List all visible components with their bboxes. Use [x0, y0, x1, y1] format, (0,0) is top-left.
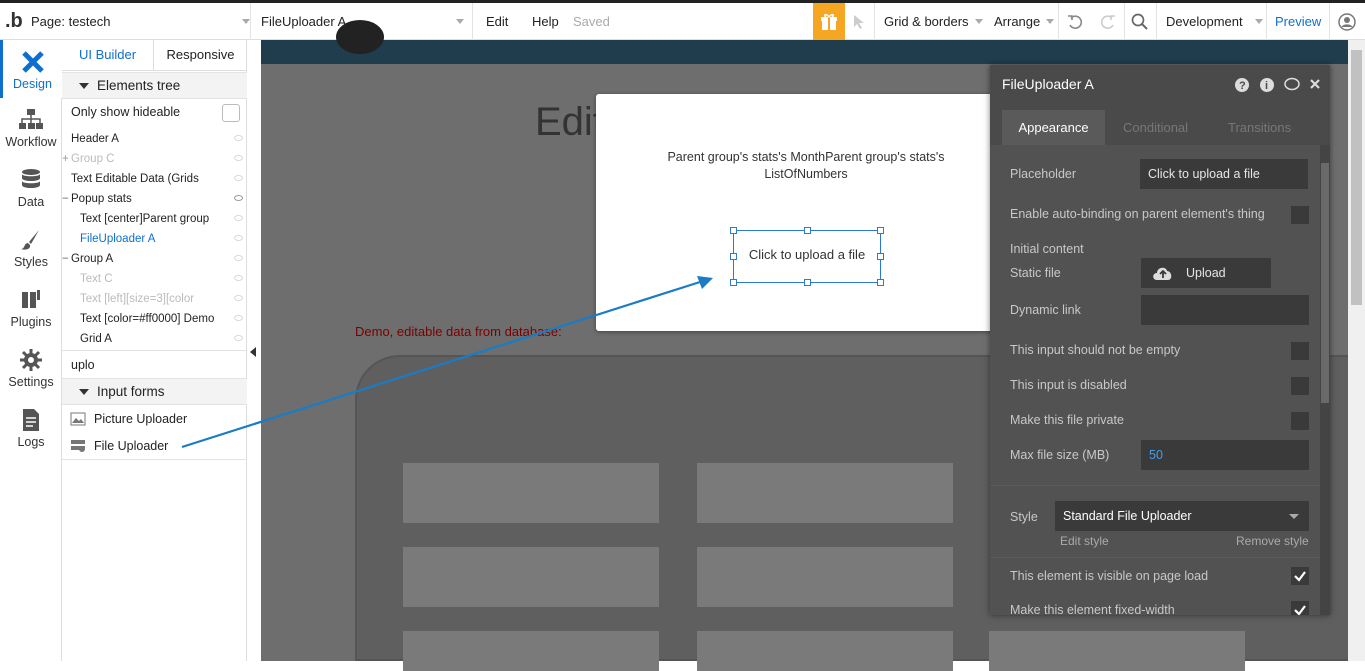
- appearance-pane: Placeholder Click to upload a file Enabl…: [990, 145, 1320, 615]
- tab-appearance[interactable]: Appearance: [1002, 110, 1105, 145]
- dynamic-link-label: Dynamic link: [1010, 303, 1081, 317]
- max-size-input[interactable]: 50: [1141, 440, 1309, 470]
- upload-button[interactable]: Upload: [1141, 258, 1271, 288]
- private-label: Make this file private: [1010, 413, 1124, 427]
- fixed-width-label: Make this element fixed-width: [1010, 603, 1175, 615]
- dynamic-link-input[interactable]: [1141, 295, 1309, 325]
- fixed-width-checkbox[interactable]: [1291, 601, 1309, 615]
- disabled-label: This input is disabled: [1010, 378, 1127, 392]
- initial-content-label: Initial content: [1010, 242, 1084, 256]
- svg-text:i: i: [1265, 80, 1268, 92]
- placeholder-label: Placeholder: [1010, 167, 1077, 181]
- tab-conditional[interactable]: Conditional: [1123, 110, 1188, 145]
- header-icons: ? i: [1235, 77, 1320, 92]
- page-scrollbar[interactable]: [1348, 40, 1365, 661]
- private-checkbox[interactable]: [1291, 412, 1309, 430]
- checkmark-icon: [1294, 605, 1306, 615]
- auto-binding-label: Enable auto-binding on parent element's …: [1010, 207, 1265, 221]
- property-scrollbar[interactable]: [1320, 145, 1330, 615]
- style-value: Standard File Uploader: [1063, 509, 1192, 523]
- placeholder-input[interactable]: Click to upload a file: [1140, 159, 1308, 189]
- static-file-label: Static file: [1010, 266, 1061, 280]
- cloud-upload-icon: [1153, 267, 1172, 280]
- auto-binding-checkbox[interactable]: [1291, 206, 1309, 224]
- not-empty-label: This input should not be empty: [1010, 343, 1181, 357]
- visible-label: This element is visible on page load: [1010, 569, 1209, 583]
- max-size-label: Max file size (MB): [1010, 448, 1110, 462]
- style-dropdown[interactable]: Standard File Uploader: [1055, 501, 1309, 531]
- chevron-down-icon: [1289, 514, 1299, 519]
- upload-label: Upload: [1186, 266, 1226, 280]
- checkmark-icon: [1294, 571, 1306, 582]
- comment-icon: [1284, 77, 1300, 91]
- close-icon: [1310, 79, 1320, 89]
- svg-text:?: ?: [1239, 80, 1246, 92]
- edit-style-link[interactable]: Edit style: [1060, 534, 1109, 548]
- style-label: Style: [1010, 510, 1038, 524]
- not-empty-checkbox[interactable]: [1291, 342, 1309, 360]
- tab-transitions[interactable]: Transitions: [1228, 110, 1291, 145]
- property-editor: FileUploader A ? i Appearance Conditiona…: [990, 65, 1330, 615]
- disabled-checkbox[interactable]: [1291, 377, 1309, 395]
- visible-checkbox[interactable]: [1291, 567, 1309, 585]
- remove-style-link[interactable]: Remove style: [1236, 534, 1309, 548]
- property-editor-title: FileUploader A: [1002, 76, 1094, 92]
